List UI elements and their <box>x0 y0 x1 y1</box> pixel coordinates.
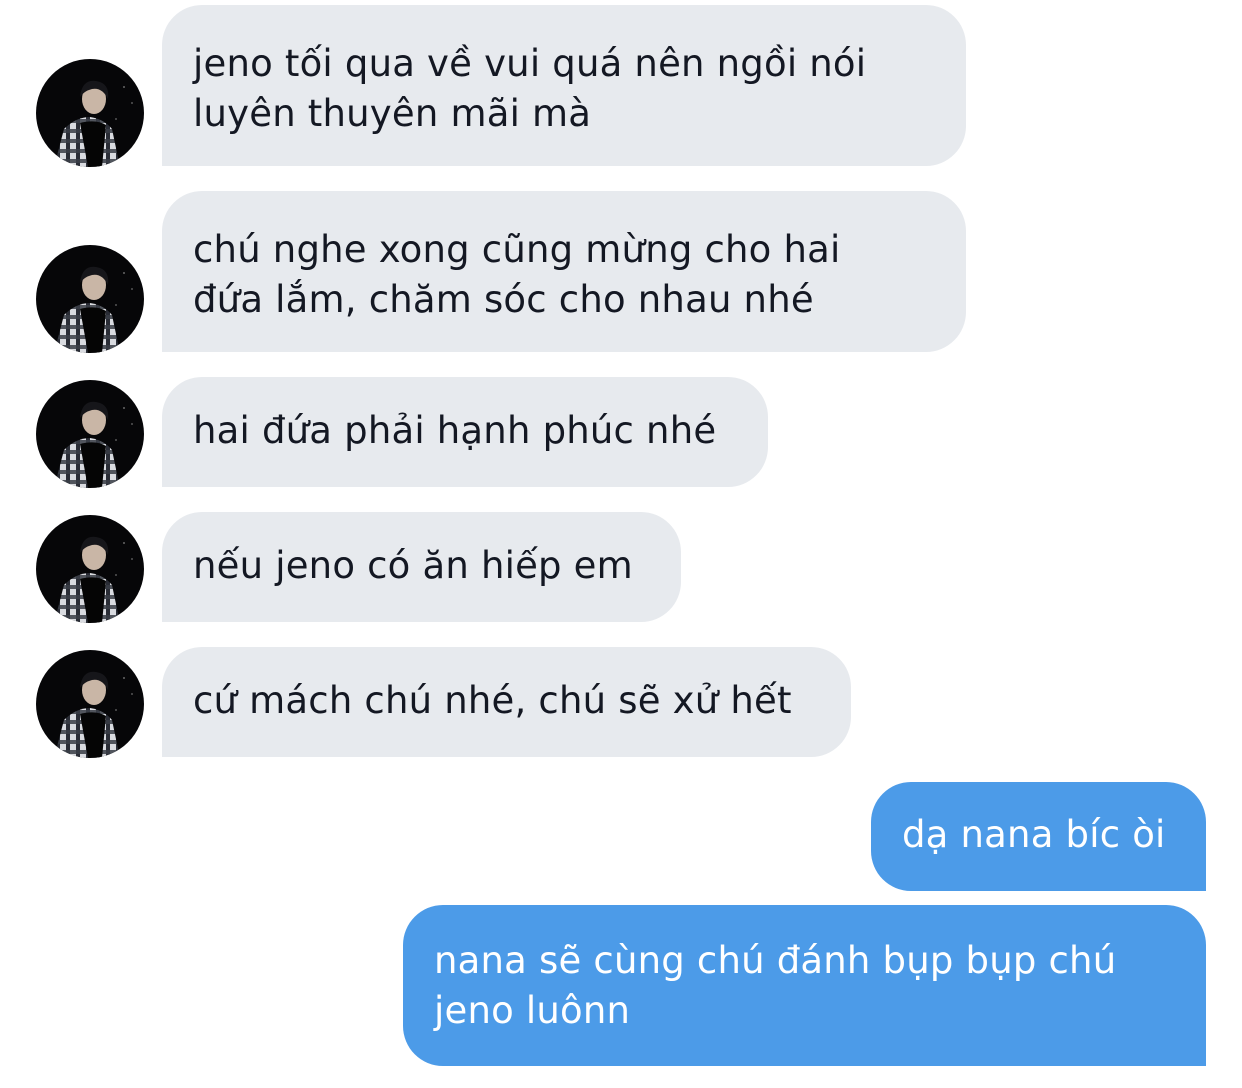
outgoing-message-bubble[interactable]: dạ nana bíc òi <box>871 782 1206 891</box>
incoming-message-bubble[interactable]: chú nghe xong cũng mừng cho hai đứa lắm,… <box>162 191 966 352</box>
incoming-message-bubble[interactable]: hai đứa phải hạnh phúc nhé <box>162 377 768 487</box>
avatar-photo-icon <box>36 59 144 167</box>
message-text-line: dạ nana bíc òi <box>902 813 1166 856</box>
message-text-line: đứa lắm, chăm sóc cho nhau nhé <box>193 278 814 321</box>
contact-avatar[interactable] <box>36 59 144 167</box>
message-text-line: luyên thuyên mãi mà <box>193 92 592 135</box>
message-text-line: nana sẽ cùng chú đánh bụp bụp chú <box>434 939 1117 982</box>
incoming-message-bubble[interactable]: nếu jeno có ăn hiếp em <box>162 512 681 622</box>
contact-avatar[interactable] <box>36 650 144 758</box>
contact-avatar[interactable] <box>36 245 144 353</box>
message-text-line: chú nghe xong cũng mừng cho hai <box>193 228 841 271</box>
incoming-message-bubble[interactable]: jeno tối qua về vui quá nên ngồi nói luy… <box>162 5 966 166</box>
message-text-line: nếu jeno có ăn hiếp em <box>193 544 633 587</box>
contact-avatar[interactable] <box>36 515 144 623</box>
message-text-line: jeno tối qua về vui quá nên ngồi nói <box>193 42 867 85</box>
avatar-photo-icon <box>36 650 144 758</box>
avatar-photo-icon <box>36 380 144 488</box>
outgoing-message-bubble[interactable]: nana sẽ cùng chú đánh bụp bụp chú jeno l… <box>403 905 1206 1066</box>
message-text-line: cứ mách chú nhé, chú sẽ xử hết <box>193 679 792 722</box>
message-text-line: jeno luônn <box>434 989 631 1032</box>
incoming-message-bubble[interactable]: cứ mách chú nhé, chú sẽ xử hết <box>162 647 851 757</box>
avatar-photo-icon <box>36 515 144 623</box>
message-text-line: hai đứa phải hạnh phúc nhé <box>193 409 717 452</box>
avatar-photo-icon <box>36 245 144 353</box>
contact-avatar[interactable] <box>36 380 144 488</box>
